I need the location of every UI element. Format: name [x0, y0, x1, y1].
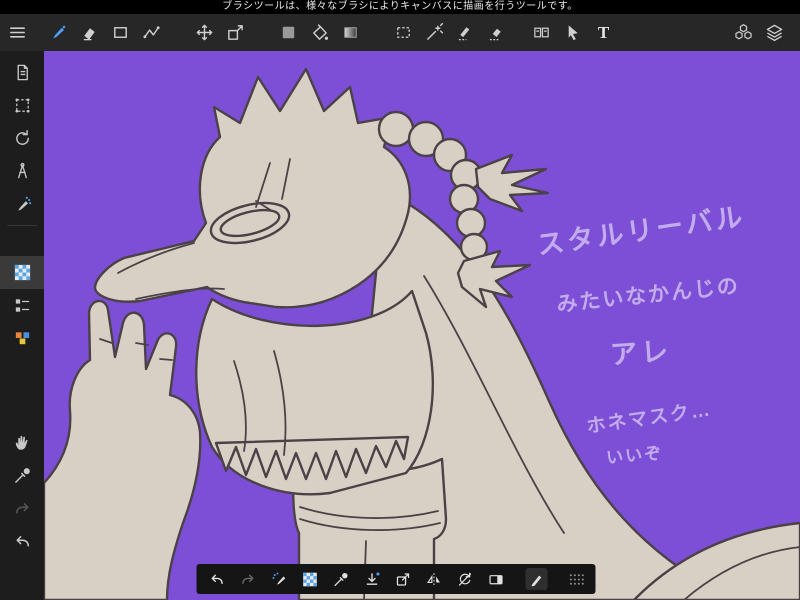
pattern-swatch-button[interactable] [0, 256, 44, 289]
canvas-artwork [44, 51, 800, 600]
cursor-tool-button[interactable] [557, 16, 588, 50]
tool-hint-bar: ブラシツールは、様々なブラシによりキャンバスに描画を行うツールです。 [0, 0, 800, 14]
eyedropper-icon [332, 571, 349, 588]
pen-mode-button[interactable] [525, 568, 548, 590]
airbrush-icon [13, 195, 32, 214]
eraser-icon [80, 23, 99, 42]
export-button[interactable] [392, 568, 414, 590]
bottom-toolbar [196, 564, 596, 594]
transform-icon [226, 23, 245, 42]
hand-icon [13, 433, 32, 452]
move-icon [195, 23, 214, 42]
layer-list-icon [13, 296, 32, 315]
polyline-icon [142, 23, 161, 42]
polyline-tool-button[interactable] [136, 16, 167, 50]
select-eraser-button[interactable] [481, 16, 512, 50]
text-tool-icon: T [597, 22, 610, 42]
transform-tool-button[interactable] [220, 16, 251, 50]
brush-tool-button[interactable] [43, 16, 74, 50]
rectangle-icon [111, 23, 130, 42]
brush-icon [49, 23, 68, 42]
left-sidebar [0, 51, 44, 600]
redo-button-bottom[interactable] [237, 568, 259, 590]
eyedropper-button-bottom[interactable] [330, 568, 352, 590]
pattern-swatch-button-bottom[interactable] [299, 568, 321, 590]
select-marquee-button[interactable] [388, 16, 419, 50]
divider-tool-button[interactable] [0, 155, 44, 188]
paint-bucket-button[interactable] [304, 16, 335, 50]
palette-icon [13, 329, 32, 348]
toolbar-drag-handle[interactable] [565, 568, 587, 590]
paint-bucket-icon [310, 23, 329, 42]
flip-horizontal-icon [425, 571, 442, 588]
rotate-reset-button[interactable] [454, 568, 476, 590]
canvas-annotation: アレ [609, 335, 674, 371]
main-toolbar: T [0, 14, 800, 51]
pen-icon [528, 571, 545, 588]
rotate-view-button[interactable] [0, 122, 44, 155]
page-panel-button[interactable] [0, 56, 44, 89]
canvas-annotation: いいぞ [605, 443, 664, 468]
move-tool-button[interactable] [189, 16, 220, 50]
sidebar-divider [7, 225, 37, 226]
hamburger-menu-icon [8, 23, 27, 42]
panels-button[interactable] [526, 16, 557, 50]
airbrush-button[interactable] [0, 188, 44, 221]
eraser-tool-button[interactable] [74, 16, 105, 50]
gradient-icon [341, 23, 360, 42]
select-area-icon [13, 96, 32, 115]
brush-spray-button[interactable] [268, 568, 290, 590]
split-view-button[interactable] [485, 568, 507, 590]
layers-icon [765, 23, 784, 42]
brush-spray-icon [270, 571, 287, 588]
undo-button[interactable] [0, 525, 44, 558]
fill-square-icon [279, 23, 298, 42]
magic-wand-button[interactable] [419, 16, 450, 50]
gradient-tool-button[interactable] [335, 16, 366, 50]
cursor-icon [563, 23, 582, 42]
save-button[interactable] [361, 568, 383, 590]
undo-button-bottom[interactable] [206, 568, 228, 590]
select-pen-icon [456, 23, 475, 42]
flip-horizontal-button[interactable] [423, 568, 445, 590]
drag-dots-icon [567, 571, 584, 588]
layer-list-button[interactable] [0, 289, 44, 322]
menu-button[interactable] [2, 16, 33, 50]
split-view-icon [487, 571, 504, 588]
compass-divider-icon [13, 162, 32, 181]
redo-icon [13, 499, 32, 518]
redo-icon [239, 571, 256, 588]
select-area-button[interactable] [0, 89, 44, 122]
checker-pattern-icon [301, 571, 318, 588]
tool-hint-text: ブラシツールは、様々なブラシによりキャンバスに描画を行うツールです。 [222, 1, 578, 12]
select-pen-button[interactable] [450, 16, 481, 50]
rotate-disabled-icon [456, 571, 473, 588]
save-download-icon [363, 571, 380, 588]
fill-color-button[interactable] [273, 16, 304, 50]
material-cubes-icon [734, 23, 753, 42]
hand-tool-button[interactable] [0, 426, 44, 459]
export-icon [394, 571, 411, 588]
layers-button[interactable] [759, 16, 790, 50]
drawing-canvas[interactable]: スタルリーバル みたいなかんじの アレ ホネマスク… いいぞ [44, 51, 800, 600]
redo-button[interactable] [0, 492, 44, 525]
eyedropper-button[interactable] [0, 459, 44, 492]
palette-button[interactable] [0, 322, 44, 355]
select-eraser-icon [487, 23, 506, 42]
eyedropper-icon [13, 466, 32, 485]
panels-icon [532, 23, 551, 42]
magic-wand-icon [425, 23, 444, 42]
rectangle-tool-button[interactable] [105, 16, 136, 50]
text-tool-button[interactable]: T [588, 16, 619, 50]
undo-icon [13, 532, 32, 551]
undo-icon [208, 571, 225, 588]
checker-pattern-icon [13, 263, 32, 282]
marquee-select-icon [394, 23, 413, 42]
page-icon [13, 63, 32, 82]
materials-button[interactable] [728, 16, 759, 50]
rotate-view-icon [13, 129, 32, 148]
paint-app-window: ブラシツールは、様々なブラシによりキャンバスに描画を行うツールです。 T スタル… [0, 0, 800, 600]
